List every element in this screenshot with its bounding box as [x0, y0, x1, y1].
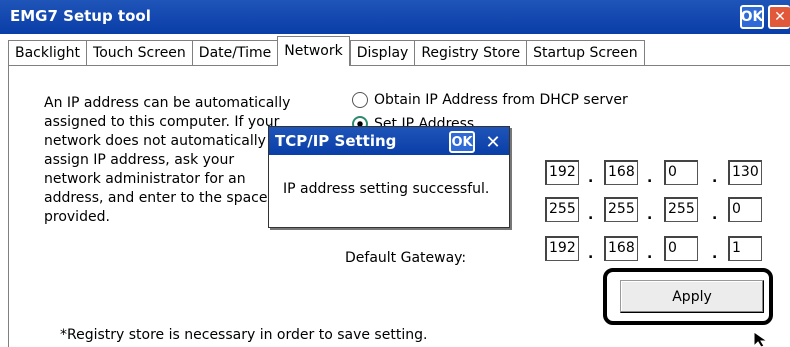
tab-date-time[interactable]: Date/Time	[191, 40, 278, 66]
mask-dot: .	[647, 207, 653, 223]
panel-border	[8, 65, 9, 347]
registry-footnote: *Registry store is necessary in order to…	[60, 327, 428, 343]
gateway-dot: .	[588, 246, 594, 262]
gateway-octet-4[interactable]: 1	[728, 236, 762, 261]
dialog-ok-button[interactable]: OK	[449, 131, 475, 153]
network-description: An IP address can be automatically assig…	[44, 95, 291, 225]
ip-dot: .	[647, 170, 653, 186]
tab-network[interactable]: Network	[277, 36, 350, 66]
dhcp-option[interactable]: Obtain IP Address from DHCP server	[352, 92, 628, 108]
tcpip-dialog: TCP/IP Setting OK ✕ IP address setting s…	[268, 126, 510, 228]
dhcp-label: Obtain IP Address from DHCP server	[374, 92, 628, 108]
ip-octet-2[interactable]: 168	[604, 160, 638, 185]
mask-octet-1[interactable]: 255	[545, 197, 579, 222]
dhcp-radio[interactable]	[352, 92, 368, 108]
dialog-title-bar: TCP/IP Setting OK ✕	[269, 127, 509, 155]
gateway-dot: .	[647, 246, 653, 262]
tab-startup-screen[interactable]: Startup Screen	[526, 40, 645, 66]
window-ok-button[interactable]: OK	[740, 5, 764, 29]
dialog-message: IP address setting successful.	[283, 181, 490, 197]
mask-octet-3[interactable]: 255	[664, 197, 698, 222]
mask-dot: .	[588, 207, 594, 223]
tab-display[interactable]: Display	[349, 40, 415, 66]
ip-dot: .	[712, 170, 718, 186]
mask-octet-2[interactable]: 255	[604, 197, 638, 222]
ip-octet-1[interactable]: 192	[545, 160, 579, 185]
setup-window: EMG7 Setup tool OK ✕ Backlight Touch Scr…	[0, 0, 790, 347]
dialog-close-button[interactable]: ✕	[481, 131, 505, 153]
mouse-pointer-icon	[753, 331, 769, 347]
apply-button[interactable]: Apply	[620, 280, 764, 313]
mask-octet-4[interactable]: 0	[728, 197, 762, 222]
ip-octet-3[interactable]: 0	[664, 160, 698, 185]
gateway-dot: .	[712, 246, 718, 262]
gateway-octet-3[interactable]: 0	[664, 236, 698, 261]
gateway-label: Default Gateway:	[345, 250, 467, 266]
tab-backlight[interactable]: Backlight	[8, 40, 87, 66]
dialog-title: TCP/IP Setting	[275, 132, 397, 150]
title-bar: EMG7 Setup tool OK ✕	[0, 0, 790, 34]
window-close-button[interactable]: ✕	[768, 5, 790, 29]
ip-octet-4[interactable]: 130	[728, 160, 762, 185]
window-title: EMG7 Setup tool	[10, 7, 151, 25]
gateway-octet-1[interactable]: 192	[545, 236, 579, 261]
tab-strip: Backlight Touch Screen Date/Time Network…	[8, 36, 645, 66]
gateway-octet-2[interactable]: 168	[604, 236, 638, 261]
ip-dot: .	[588, 170, 594, 186]
mask-dot: .	[712, 207, 718, 223]
tab-touch-screen[interactable]: Touch Screen	[86, 40, 192, 66]
tab-registry-store[interactable]: Registry Store	[414, 40, 527, 66]
tab-divider	[8, 65, 790, 66]
